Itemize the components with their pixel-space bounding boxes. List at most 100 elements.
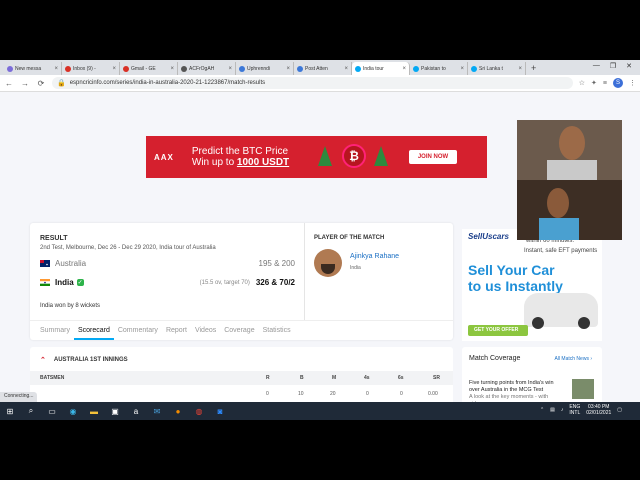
address-url: espncricinfo.com/series/india-in-austral…	[69, 80, 266, 86]
lock-icon: 🔒	[57, 80, 66, 87]
tab-coverage[interactable]: Coverage	[220, 321, 258, 340]
forward-icon[interactable]: →	[20, 79, 30, 88]
windows-start-icon[interactable]: ⊞	[4, 405, 16, 417]
close-window-icon[interactable]: ✕	[626, 62, 632, 70]
coverage-title: Match Coverage	[469, 355, 521, 362]
favicon-icon	[7, 65, 13, 72]
batsmen-header-row: BATSMEN R B M 4s 6s SR	[30, 371, 453, 385]
close-tab-icon[interactable]: ×	[460, 66, 464, 72]
extensions-icon[interactable]: ✦	[591, 79, 597, 87]
tab-summary[interactable]: Summary	[36, 321, 74, 340]
search-icon[interactable]: ⌕	[25, 405, 37, 417]
browser-tab[interactable]: New messa ×	[4, 62, 62, 75]
tab-videos[interactable]: Videos	[191, 321, 220, 340]
col-sr: SR	[433, 375, 440, 381]
team1-name: Australia	[55, 259, 87, 268]
innings-header[interactable]: ⌃ AUSTRALIA 1ST INNINGS	[40, 356, 128, 364]
col-r: R	[266, 375, 270, 381]
tab-statistics[interactable]: Statistics	[259, 321, 295, 340]
language-indicator[interactable]: ENG INTL	[569, 404, 580, 416]
team2-name: India	[55, 278, 74, 287]
col-6s: 6s	[398, 375, 404, 381]
tab-label: Inbox (9) -	[73, 65, 96, 72]
aax-ad-banner[interactable]: AAX Predict the BTC Price Win up to 1000…	[146, 136, 487, 178]
amazon-icon[interactable]: a	[130, 405, 142, 417]
col-batsmen: BATSMEN	[40, 375, 65, 381]
cell-b: 10	[298, 391, 304, 397]
browser-tab[interactable]: ACFrOgAH ×	[178, 62, 236, 75]
close-tab-icon[interactable]: ×	[286, 66, 290, 72]
tree-icon	[318, 146, 332, 166]
potm-avatar[interactable]	[314, 249, 342, 277]
close-tab-icon[interactable]: ×	[518, 66, 522, 72]
tab-report[interactable]: Report	[162, 321, 191, 340]
tab-scorecard[interactable]: Scorecard	[73, 321, 114, 340]
browser-tab[interactable]: Inbox (9) - ×	[62, 62, 120, 75]
cell-r: 0	[266, 391, 269, 397]
result-label: RESULT	[40, 235, 68, 242]
tab-label: India tour	[363, 65, 384, 72]
clock[interactable]: 03:40 PM 02/01/2021	[586, 404, 611, 416]
file-explorer-icon[interactable]: ▬	[88, 405, 100, 417]
close-tab-icon[interactable]: ×	[228, 66, 232, 72]
star-icon[interactable]: ☆	[579, 79, 585, 87]
close-tab-icon[interactable]: ×	[344, 66, 348, 72]
browser-tab[interactable]: Post Atten ×	[294, 62, 352, 75]
close-tab-icon[interactable]: ×	[112, 66, 116, 72]
chevron-up-icon[interactable]: ⌃	[40, 356, 46, 364]
cell-6s: 0	[400, 391, 403, 397]
potm-team: India	[350, 265, 361, 271]
network-icon[interactable]: ▤	[550, 407, 555, 413]
chevron-up-icon[interactable]: ⌃	[540, 407, 544, 413]
all-match-news-link[interactable]: All Match News ›	[554, 356, 592, 362]
restore-icon[interactable]: ❐	[610, 62, 616, 70]
close-tab-icon[interactable]: ×	[54, 66, 58, 72]
reload-icon[interactable]: ⟳	[36, 79, 46, 88]
browser-tab[interactable]: Uphrenndi ×	[236, 62, 294, 75]
team-row-australia[interactable]: Australia 195 & 200	[40, 259, 295, 268]
team-row-india[interactable]: India ✓ (15.5 ov, target 70) 326 & 70/2	[40, 278, 295, 287]
favicon-icon	[355, 65, 361, 72]
new-tab-button[interactable]: +	[526, 62, 541, 75]
browser-tab[interactable]: Gmail - GE ×	[120, 62, 178, 75]
story-thumbnail[interactable]	[572, 379, 594, 399]
col-4s: 4s	[364, 375, 370, 381]
close-tab-icon[interactable]: ×	[402, 66, 406, 72]
task-view-icon[interactable]: ▭	[46, 405, 58, 417]
favicon-icon	[239, 65, 245, 72]
browser-tab[interactable]: Pakistan to ×	[410, 62, 468, 75]
back-icon[interactable]: ←	[4, 79, 14, 88]
potm-name-link[interactable]: Ajinkya Rahane	[350, 253, 399, 260]
browser-tab[interactable]: Sri Lanka t ×	[468, 62, 526, 75]
ad-promo-text: Predict the BTC Price Win up to 1000 USD…	[192, 146, 289, 168]
notification-icon[interactable]: ▢	[617, 407, 622, 413]
join-now-button[interactable]: JOIN NOW	[409, 150, 457, 164]
orange-app-icon[interactable]: ●	[172, 405, 184, 417]
store-icon[interactable]: ▣	[109, 405, 121, 417]
sell-car-ad[interactable]: SellUscars within 60 minutes. Instant, s…	[462, 229, 602, 341]
team1-score: 195 & 200	[258, 259, 295, 268]
cell-sr: 0.00	[428, 391, 438, 397]
chrome-icon[interactable]: ◍	[193, 405, 205, 417]
media-icon[interactable]: ≡	[603, 80, 607, 87]
tab-label: Gmail - GE	[131, 65, 156, 72]
menu-icon[interactable]: ⋮	[629, 79, 636, 87]
close-tab-icon[interactable]: ×	[170, 66, 174, 72]
zoom-icon[interactable]: ◙	[214, 405, 226, 417]
tab-label: ACFrOgAH	[189, 65, 215, 72]
favicon-icon	[297, 65, 303, 72]
ad-sub2: Instant, safe EFT payments	[524, 248, 598, 254]
webcam-feed-1	[517, 120, 622, 180]
volume-icon[interactable]: ♪	[561, 407, 564, 413]
address-bar[interactable]: 🔒 espncricinfo.com/series/india-in-austr…	[52, 77, 573, 89]
mail-icon[interactable]: ✉	[151, 405, 163, 417]
bitcoin-icon: ₿	[342, 144, 366, 168]
profile-avatar[interactable]: S	[613, 78, 623, 88]
browser-tab[interactable]: India tour ×	[352, 62, 410, 75]
edge-icon[interactable]: ◉	[67, 405, 79, 417]
minimize-icon[interactable]: —	[593, 62, 600, 70]
tab-commentary[interactable]: Commentary	[114, 321, 162, 340]
get-offer-button[interactable]: GET YOUR OFFER	[468, 325, 528, 336]
col-b: B	[300, 375, 304, 381]
team2-overs: (15.5 ov, target 70)	[199, 279, 250, 286]
